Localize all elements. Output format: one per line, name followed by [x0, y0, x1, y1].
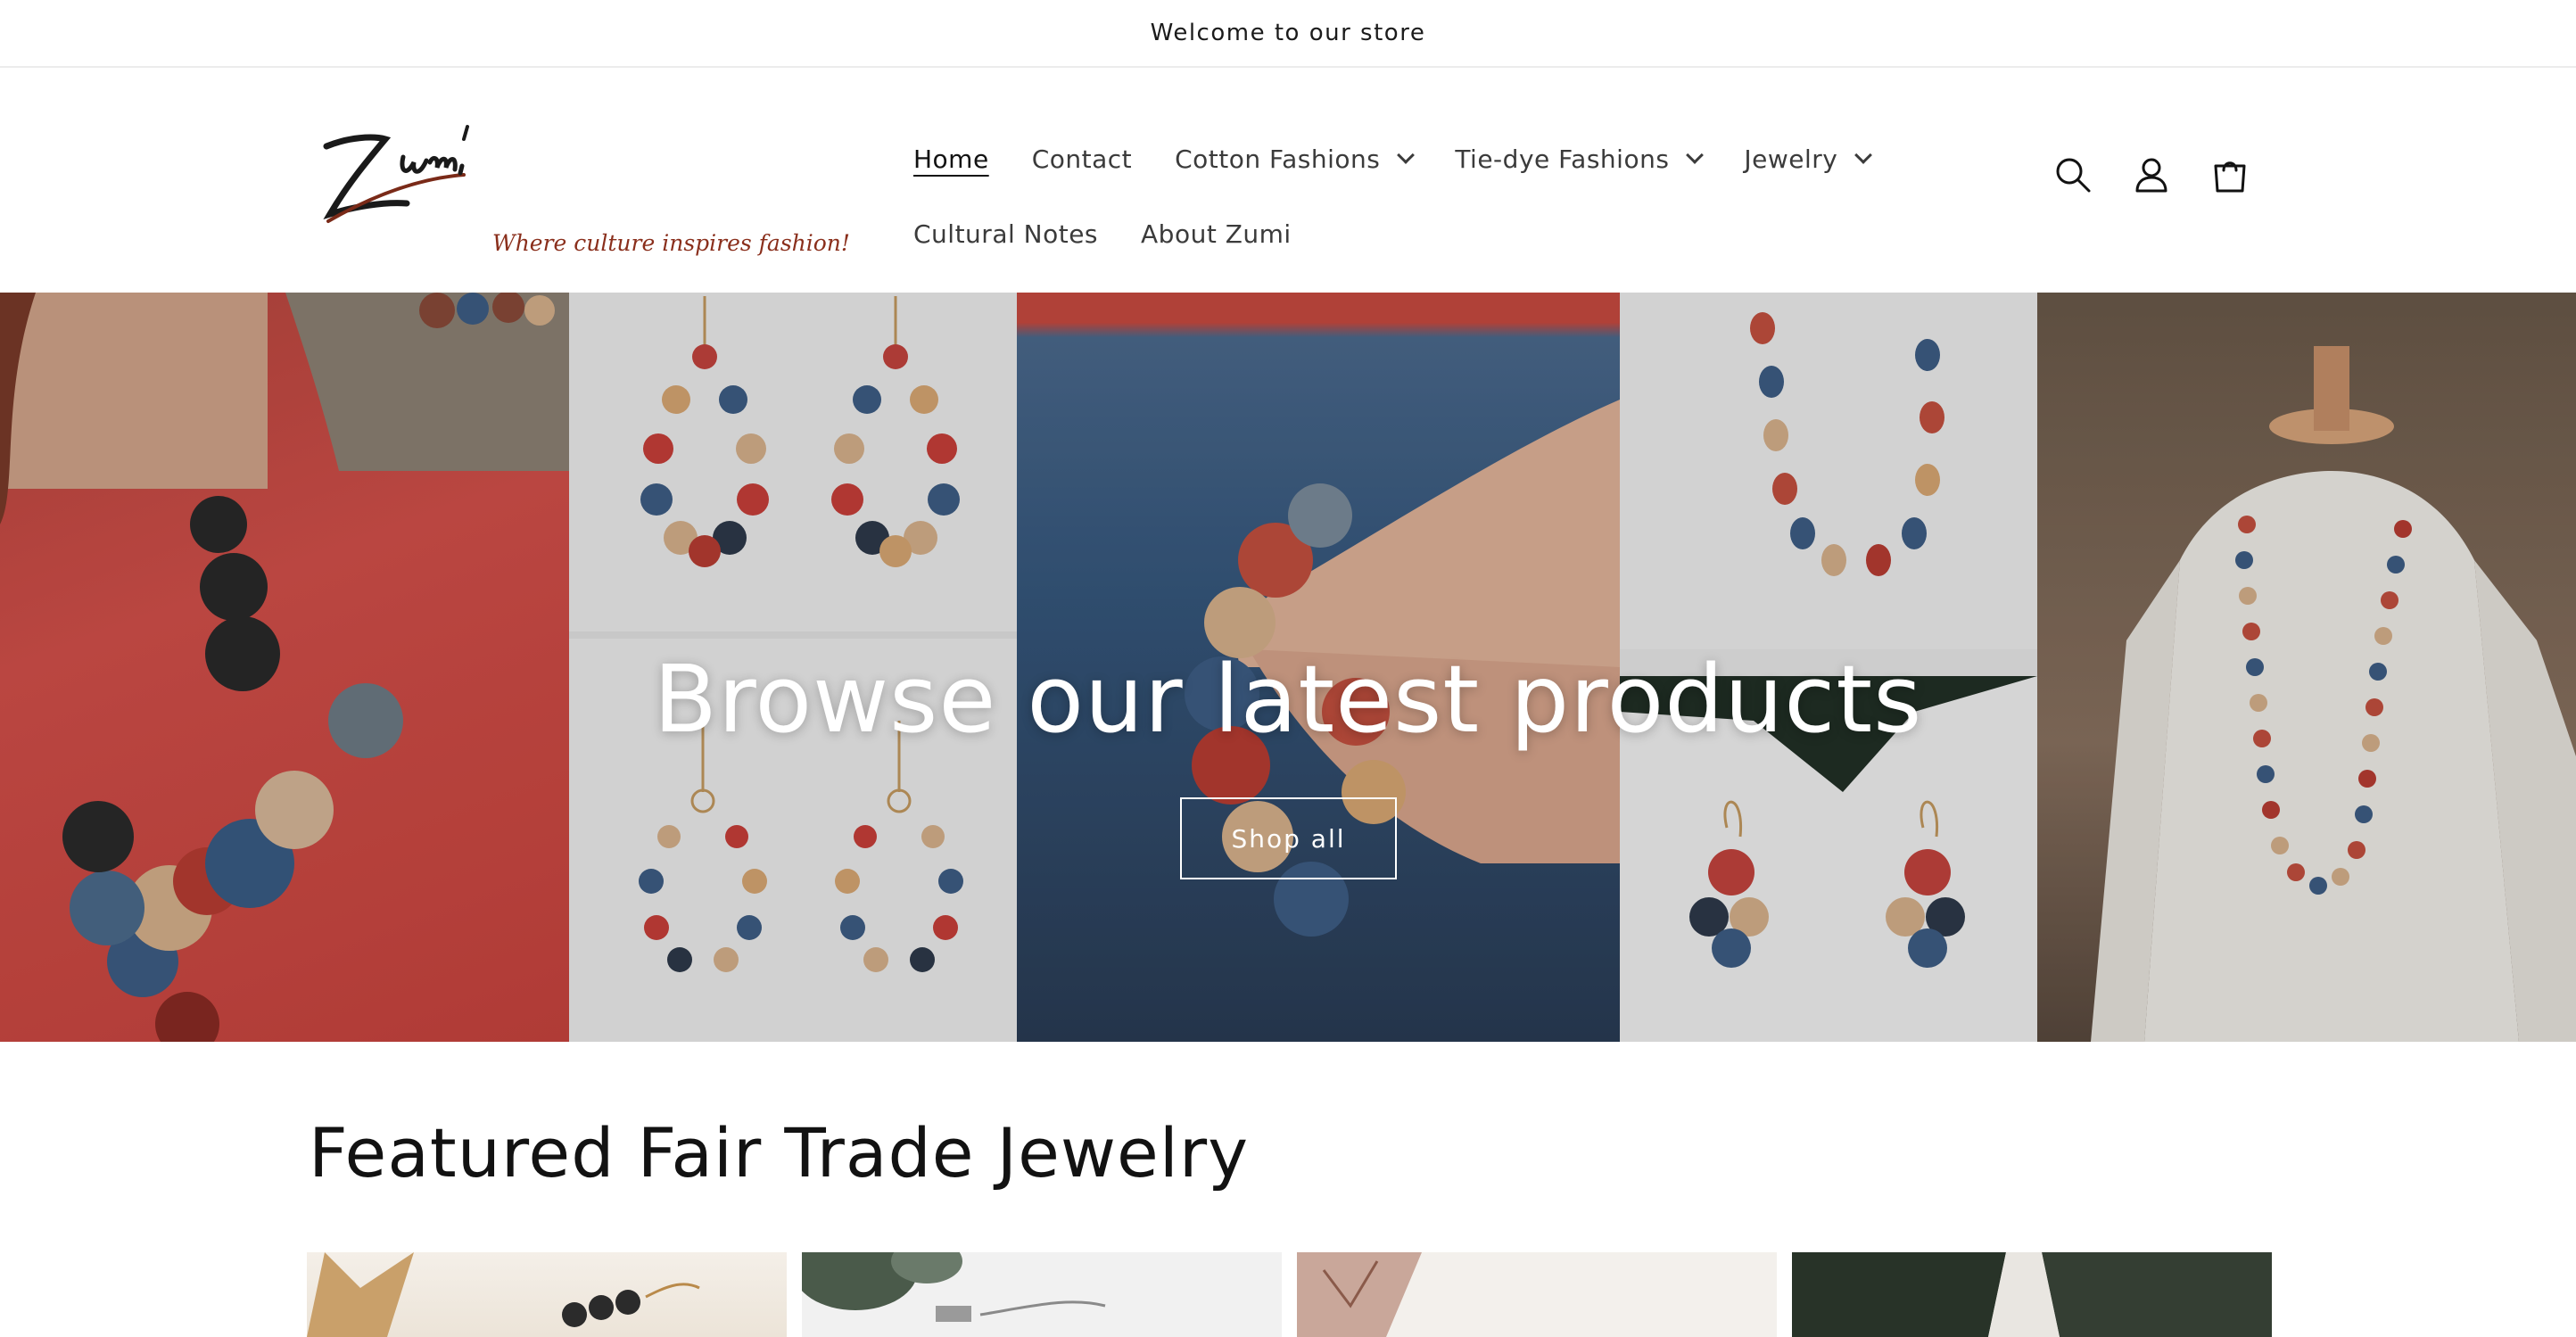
- nav-label-jewelry: Jewelry: [1744, 144, 1838, 174]
- chevron-down-icon: [1397, 146, 1416, 164]
- shop-all-button[interactable]: Shop all: [1180, 797, 1397, 879]
- product-grid: [307, 1252, 2272, 1337]
- nav-item-cotton-fashions[interactable]: Cotton Fashions: [1175, 144, 1416, 174]
- nav-item-contact[interactable]: Contact: [1032, 144, 1132, 174]
- site-header: Where culture inspires fashion! Home Con…: [0, 68, 2576, 293]
- account-icon: [2135, 158, 2167, 193]
- nav-item-about-zumi[interactable]: About Zumi: [1141, 219, 1292, 249]
- header-icons: [2052, 153, 2251, 196]
- search-icon: [2056, 158, 2091, 193]
- nav-row-primary: Home Contact Cotton Fashions Tie-dye Fas…: [913, 121, 1873, 196]
- announcement-bar: Welcome to our store: [0, 0, 2576, 68]
- cart-button[interactable]: [2209, 153, 2251, 196]
- nav-item-home[interactable]: Home: [913, 144, 989, 174]
- zumi-wordmark-logo: [323, 125, 469, 223]
- product-card[interactable]: [1297, 1252, 1777, 1337]
- search-button[interactable]: [2052, 153, 2094, 196]
- product-image: [1792, 1252, 2272, 1337]
- product-card[interactable]: [802, 1252, 1282, 1337]
- product-card[interactable]: [307, 1252, 787, 1337]
- chevron-down-icon: [1854, 146, 1873, 164]
- nav-row-secondary: Cultural Notes About Zumi: [913, 196, 1841, 271]
- product-image: [1297, 1252, 1422, 1337]
- nav-label-cultural-notes: Cultural Notes: [913, 219, 1099, 249]
- nav-item-tie-dye-fashions[interactable]: Tie-dye Fashions: [1455, 144, 1705, 174]
- site-logo[interactable]: Where culture inspires fashion!: [321, 121, 850, 300]
- product-card[interactable]: [1792, 1252, 2272, 1337]
- nav-item-jewelry[interactable]: Jewelry: [1744, 144, 1873, 174]
- account-button[interactable]: [2130, 153, 2173, 196]
- nav-label-contact: Contact: [1031, 144, 1133, 174]
- nav-label-about-zumi: About Zumi: [1141, 219, 1292, 249]
- nav-label-home: Home: [913, 144, 989, 174]
- nav-label-cotton-fashions: Cotton Fashions: [1175, 144, 1381, 174]
- hero-banner: Browse our latest products Shop all: [0, 293, 2576, 1042]
- logo-tagline: Where culture inspires fashion!: [492, 230, 850, 256]
- nav-item-cultural-notes[interactable]: Cultural Notes: [913, 219, 1098, 249]
- announcement-text: Welcome to our store: [1150, 20, 1426, 46]
- nav-label-tie-dye-fashions: Tie-dye Fashions: [1455, 144, 1670, 174]
- hero-title: Browse our latest products: [653, 645, 1923, 754]
- cart-icon: [2214, 161, 2246, 193]
- product-image: [307, 1252, 700, 1337]
- chevron-down-icon: [1686, 146, 1705, 164]
- featured-heading: Featured Fair Trade Jewelry: [309, 1113, 1250, 1193]
- main-navigation: Home Contact Cotton Fashions Tie-dye Fas…: [913, 121, 1873, 271]
- product-image: [802, 1252, 1106, 1322]
